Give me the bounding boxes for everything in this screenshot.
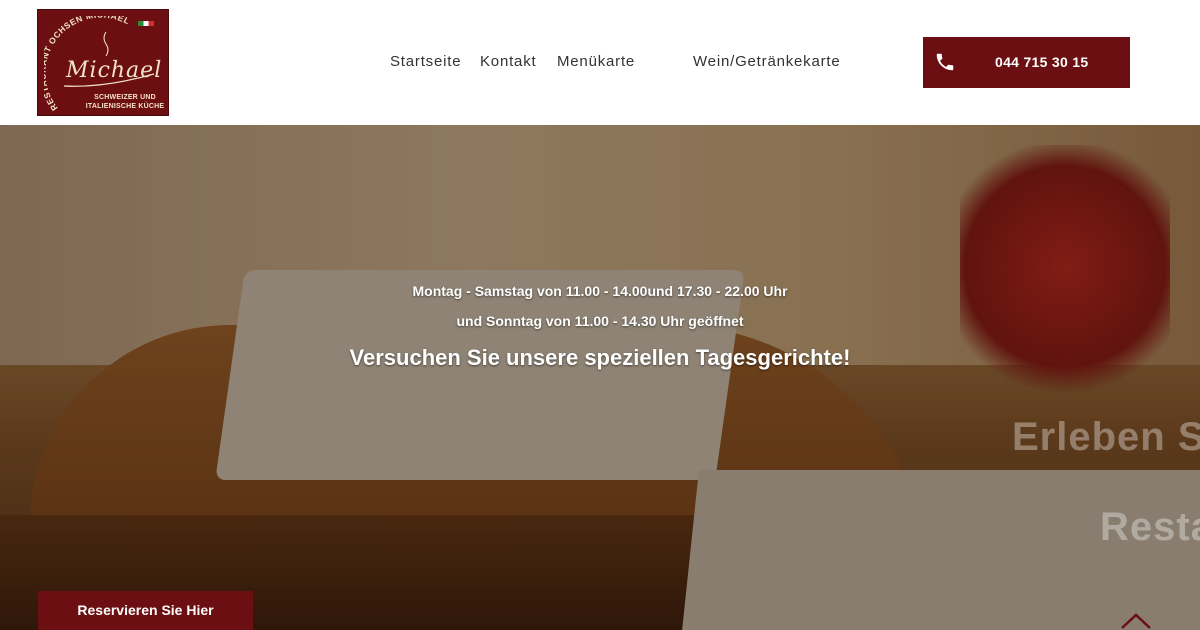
nav-startseite[interactable]: Startseite <box>390 53 461 70</box>
nav-menuekarte[interactable]: Menükarte <box>557 53 635 70</box>
slide-text-1: Erleben S <box>1012 415 1200 459</box>
opening-hours-line1: Montag - Samstag von 11.00 - 14.00und 17… <box>412 283 788 299</box>
nav-kontakt[interactable]: Kontakt <box>480 53 536 70</box>
restaurant-logo[interactable]: RESTAURANT OCHSEN MICHAEL Michael SCHWEI… <box>37 9 169 116</box>
chevron-up-icon[interactable] <box>1120 612 1152 630</box>
phone-number: 044 715 30 15 <box>995 54 1089 70</box>
logo-script-name: Michael <box>66 58 163 83</box>
hero-tagline: Versuchen Sie unsere speziellen Tagesger… <box>349 345 851 370</box>
nav-weinkarte[interactable]: Wein/Getränkekarte <box>693 53 841 70</box>
site-header: RESTAURANT OCHSEN MICHAEL Michael SCHWEI… <box>0 0 1200 125</box>
logo-subtitle-line2: ITALIENISCHE KÜCHE <box>85 103 165 110</box>
logo-subtitle-line1: SCHWEIZER UND <box>94 94 156 101</box>
hero-banner: Montag - Samstag von 11.00 - 14.00und 17… <box>0 125 1200 630</box>
flags-icon <box>138 21 154 26</box>
opening-hours-line2: und Sonntag von 11.00 - 14.30 Uhr geöffn… <box>456 313 744 329</box>
hero-overlay <box>0 125 1200 630</box>
phone-button[interactable]: 044 715 30 15 <box>923 37 1130 88</box>
reserve-button[interactable]: Reservieren Sie Hier <box>38 591 253 630</box>
slide-text-2: Resta <box>1100 505 1200 549</box>
phone-icon <box>936 53 954 71</box>
